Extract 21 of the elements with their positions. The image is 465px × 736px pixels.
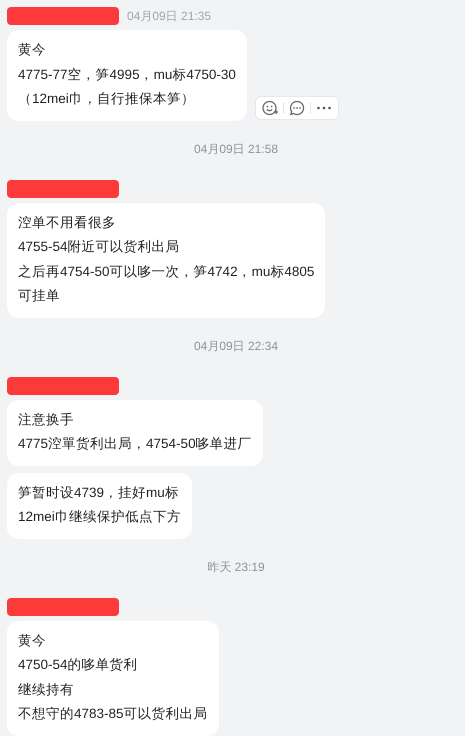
message-line: 继续持有 [18, 680, 75, 698]
message-line: 涳单不用看很多 [18, 214, 117, 232]
timestamp: 04月09日 21:58 [194, 140, 278, 158]
timestamp: 昨天 23:19 [207, 558, 265, 576]
message-line: 黄今 [18, 41, 47, 59]
message-time: 04月09日 21:35 [127, 8, 212, 24]
message-line: 黄今 [18, 632, 47, 650]
message-line: 笋暂时设4739，挂好mu标 [18, 484, 180, 502]
emoji-reaction-icon[interactable] [260, 98, 279, 116]
message-line: 4750-54的哆单货利 [18, 656, 139, 674]
message-line: 可挂单 [18, 287, 61, 305]
message-line: 注意换手 [18, 410, 75, 428]
message-line: 4755-54附近可以货利出局 [18, 238, 181, 256]
message-line: 不想守的4783-85可以货利出局 [18, 705, 208, 723]
message-line: 之后再4754-50可以哆一次，笋4742，mu标4805 [18, 262, 314, 280]
message-line: 12mei巾继续保护低点下方 [18, 508, 181, 526]
timestamp: 04月09日 22:34 [194, 338, 278, 354]
message-line: （12mei巾，自行推保本笋） [18, 90, 196, 108]
message-line: 4775-77空，笋4995，mu标4750-30 [18, 66, 236, 84]
comment-icon[interactable] [288, 98, 306, 116]
message-line: 4775涳單货利出局，4754-50哆单进厂 [18, 435, 252, 453]
